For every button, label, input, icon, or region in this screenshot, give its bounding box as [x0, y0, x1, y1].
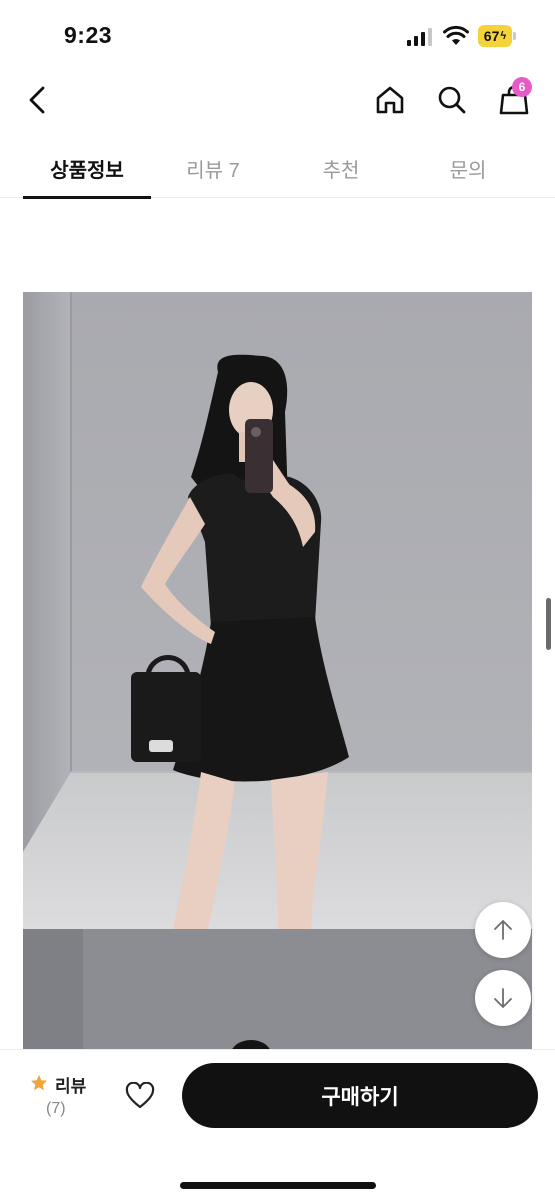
arrow-down-icon [494, 988, 512, 1008]
product-photo [23, 292, 532, 929]
battery-cap [513, 32, 516, 40]
product-image-2 [23, 929, 532, 1059]
bottom-action-bar: 리뷰 (7) 구매하기 [0, 1049, 555, 1200]
product-photo-2 [23, 929, 532, 1059]
battery-level: 67 [483, 28, 500, 44]
home-indicator [180, 1182, 376, 1189]
product-image [23, 292, 532, 929]
star-icon [31, 1075, 47, 1091]
status-bar: 9:23 67 ϟ [0, 0, 555, 70]
cart-icon[interactable]: 6 [494, 77, 534, 120]
tab-reviews[interactable]: 리뷰 7 [149, 140, 277, 198]
wishlist-heart-icon[interactable] [120, 1076, 160, 1116]
tab-recommend[interactable]: 추천 [277, 140, 405, 198]
tab-product-info[interactable]: 상품정보 [23, 140, 151, 199]
back-icon[interactable] [18, 80, 58, 120]
signal-icon [407, 28, 432, 46]
review-count[interactable]: (7) [46, 1100, 66, 1118]
tab-inquiry[interactable]: 문의 [404, 140, 532, 198]
scrollbar[interactable] [546, 598, 551, 650]
wifi-icon [443, 25, 469, 45]
buy-button[interactable]: 구매하기 [182, 1063, 538, 1128]
home-icon[interactable] [370, 80, 410, 120]
search-icon[interactable] [432, 80, 472, 120]
nav-bar: 6 [0, 70, 555, 130]
cart-badge: 6 [512, 77, 532, 97]
status-time: 9:23 [64, 22, 113, 48]
scroll-up-button[interactable] [475, 902, 531, 958]
review-label[interactable]: 리뷰 [55, 1072, 86, 1097]
tab-bar: 상품정보 리뷰 7 추천 문의 [0, 140, 555, 199]
scroll-down-button[interactable] [475, 970, 531, 1026]
arrow-up-icon [494, 920, 512, 940]
battery-icon: 67 ϟ [478, 25, 512, 47]
